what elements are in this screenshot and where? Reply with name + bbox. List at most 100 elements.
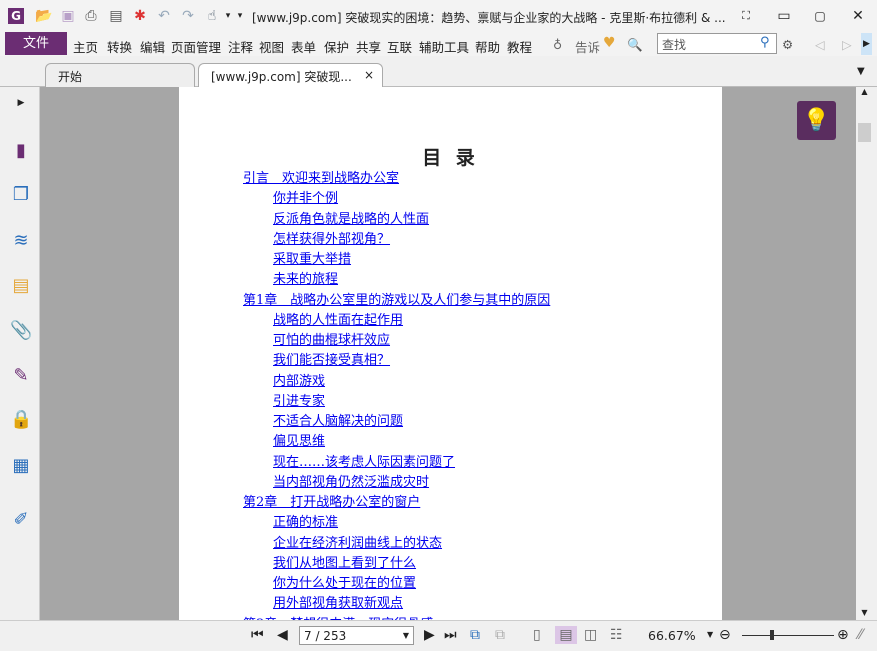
zoom-slider[interactable]: [742, 635, 834, 636]
layers-icon[interactable]: ≋: [10, 230, 32, 252]
lightbulb-icon[interactable]: ♁: [553, 37, 562, 52]
menu-tutorial[interactable]: 教程: [507, 37, 532, 56]
minimize-button[interactable]: ▭: [776, 8, 792, 24]
toc-section-link[interactable]: 不适合人脑解决的问题: [273, 410, 403, 429]
certificate-icon[interactable]: ✐: [10, 509, 32, 531]
menu-share[interactable]: 共享: [356, 37, 381, 56]
maximize-button[interactable]: ▢: [812, 8, 828, 24]
bookmark-icon[interactable]: ▮: [10, 140, 32, 162]
menu-page-management[interactable]: 页面管理: [171, 37, 221, 56]
toc-section-link[interactable]: 怎样获得外部视角？: [273, 228, 390, 247]
menu-help[interactable]: 帮助: [475, 37, 500, 56]
tell-me[interactable]: 告诉: [575, 37, 600, 56]
menu-connect[interactable]: 互联: [387, 37, 412, 56]
toc-title: 目 录: [422, 147, 479, 169]
open-icon[interactable]: 📂: [35, 8, 52, 24]
toc-section-link[interactable]: 企业在经济利润曲线上的状态: [273, 532, 442, 551]
file-menu-button[interactable]: 文件: [5, 32, 67, 55]
toc-chapter-link[interactable]: 第2章 打开战略办公室的窗户: [243, 491, 420, 510]
single-page-icon[interactable]: ▯: [533, 626, 541, 644]
app-logo-icon: G: [8, 8, 24, 24]
menu-edit[interactable]: 编辑: [140, 37, 165, 56]
toc-chapter-link[interactable]: 第3章 梦想很丰满 现实很骨感: [243, 613, 433, 621]
toc-section-link[interactable]: 正确的标准: [273, 511, 338, 530]
toc-section-link[interactable]: 战略的人性面在起作用: [273, 309, 403, 328]
zoom-out-icon[interactable]: ⊖: [719, 626, 731, 644]
search-icon[interactable]: ⚲: [760, 35, 770, 50]
page-dropdown-icon[interactable]: ▼: [403, 631, 409, 640]
fullscreen-icon[interactable]: ⛶: [738, 8, 754, 24]
menu-protect[interactable]: 保护: [324, 37, 349, 56]
resize-grip-icon[interactable]: ⁄⁄: [858, 626, 863, 644]
new-icon[interactable]: ✱: [132, 8, 148, 24]
heart-icon[interactable]: ♥: [603, 35, 616, 51]
print-icon[interactable]: ⎙: [83, 8, 99, 24]
continuous-facing-icon[interactable]: ☷: [610, 626, 623, 644]
zoom-dropdown-icon[interactable]: ▼: [707, 626, 713, 644]
signature-icon[interactable]: ✎: [10, 365, 32, 387]
attachments-icon[interactable]: 📎: [10, 320, 32, 342]
properties-icon[interactable]: ▤: [108, 8, 124, 24]
toc-section-link[interactable]: 你为什么处于现在的位置: [273, 572, 416, 591]
toc-section-link[interactable]: 用外部视角获取新观点: [273, 592, 403, 611]
page-number-input[interactable]: 7 / 253 ▼: [299, 626, 414, 645]
continuous-page-icon[interactable]: ▤: [555, 626, 577, 644]
menu-convert[interactable]: 转换: [107, 37, 132, 56]
toc-section-link[interactable]: 现在……该考虑人际因素问题了: [273, 451, 455, 470]
toc-section-link[interactable]: 采取重大举措: [273, 248, 351, 267]
toc-section-link[interactable]: 你并非个例: [273, 187, 338, 206]
customize-icon[interactable]: ▾: [232, 8, 248, 24]
previous-page-icon[interactable]: ◀: [277, 626, 288, 644]
toc-section-link[interactable]: 偏见思维: [273, 430, 325, 449]
tab-list-icon[interactable]: ▼: [857, 66, 865, 77]
menu-comment[interactable]: 注释: [228, 37, 253, 56]
scrollbar-thumb[interactable]: [858, 123, 871, 142]
forward-icon[interactable]: ▷: [842, 37, 852, 52]
facing-pages-icon[interactable]: ◫: [584, 626, 597, 644]
security-lock-icon[interactable]: 🔒: [10, 409, 32, 431]
menu-accessibility[interactable]: 辅助工具: [419, 37, 469, 56]
zoom-level[interactable]: 66.67%: [648, 627, 696, 645]
menu-form[interactable]: 表单: [291, 37, 316, 56]
tip-lightbulb-button[interactable]: 💡: [797, 101, 836, 140]
zoom-slider-handle[interactable]: [770, 630, 774, 640]
settings-icon[interactable]: ⚙: [782, 37, 793, 52]
toc-chapter-link[interactable]: 第1章 战略办公室里的游戏以及人们参与其中的原因: [243, 289, 550, 308]
save-icon[interactable]: ▣: [60, 8, 76, 24]
search-input[interactable]: 查找: [657, 33, 777, 54]
menu-home[interactable]: 主页: [73, 37, 98, 56]
toc-section-link[interactable]: 引进专家: [273, 390, 325, 409]
scroll-down-arrow[interactable]: ▼: [856, 608, 873, 618]
toc-section-link[interactable]: 可怕的曲棍球杆效应: [273, 329, 390, 348]
vertical-scrollbar[interactable]: ▲ ▼: [856, 87, 873, 620]
toc-section-link[interactable]: 内部游戏: [273, 370, 325, 389]
next-page-icon[interactable]: ▶: [424, 626, 435, 644]
toc-section-link[interactable]: 我们能否接受真相？: [273, 349, 390, 368]
close-button[interactable]: ✕: [850, 8, 866, 24]
undo-icon[interactable]: ↶: [156, 8, 172, 24]
comments-icon[interactable]: ▤: [10, 275, 32, 297]
toc-section-link[interactable]: 当内部视角仍然泛滥成灾时: [273, 471, 429, 490]
tab-start[interactable]: 开始: [45, 63, 195, 87]
toc-section-link[interactable]: 未来的旅程: [273, 268, 338, 287]
tab-close-icon[interactable]: ×: [364, 68, 374, 82]
last-page-icon[interactable]: ⏭: [444, 626, 457, 644]
menu-view[interactable]: 视图: [259, 37, 284, 56]
pages-icon[interactable]: ❐: [10, 184, 32, 206]
zoom-in-icon[interactable]: ⊕: [837, 626, 849, 644]
back-icon[interactable]: ◁: [815, 37, 825, 52]
expand-panel-icon[interactable]: ▶: [10, 92, 32, 114]
scroll-up-arrow[interactable]: ▲: [856, 87, 873, 97]
redo-icon[interactable]: ↷: [180, 8, 196, 24]
form-fields-icon[interactable]: ▦: [10, 455, 32, 477]
toc-section-link[interactable]: 我们从地图上看到了什么: [273, 552, 416, 571]
hand-tool-icon[interactable]: ☝: [204, 8, 220, 24]
ribbon-scroll-right[interactable]: ▶: [861, 33, 872, 55]
first-page-icon[interactable]: ⏮: [251, 626, 264, 644]
tab-document[interactable]: [www.j9p.com] 突破现... ×: [198, 63, 383, 88]
previous-view-icon[interactable]: ⧉: [470, 626, 480, 644]
next-view-icon[interactable]: ⧉: [495, 626, 505, 644]
toc-section-link[interactable]: 反派角色就是战略的人性面: [273, 208, 429, 227]
find-folder-icon[interactable]: 🔍: [627, 37, 643, 53]
toc-chapter-link[interactable]: 引言 欢迎来到战略办公室: [243, 167, 399, 186]
